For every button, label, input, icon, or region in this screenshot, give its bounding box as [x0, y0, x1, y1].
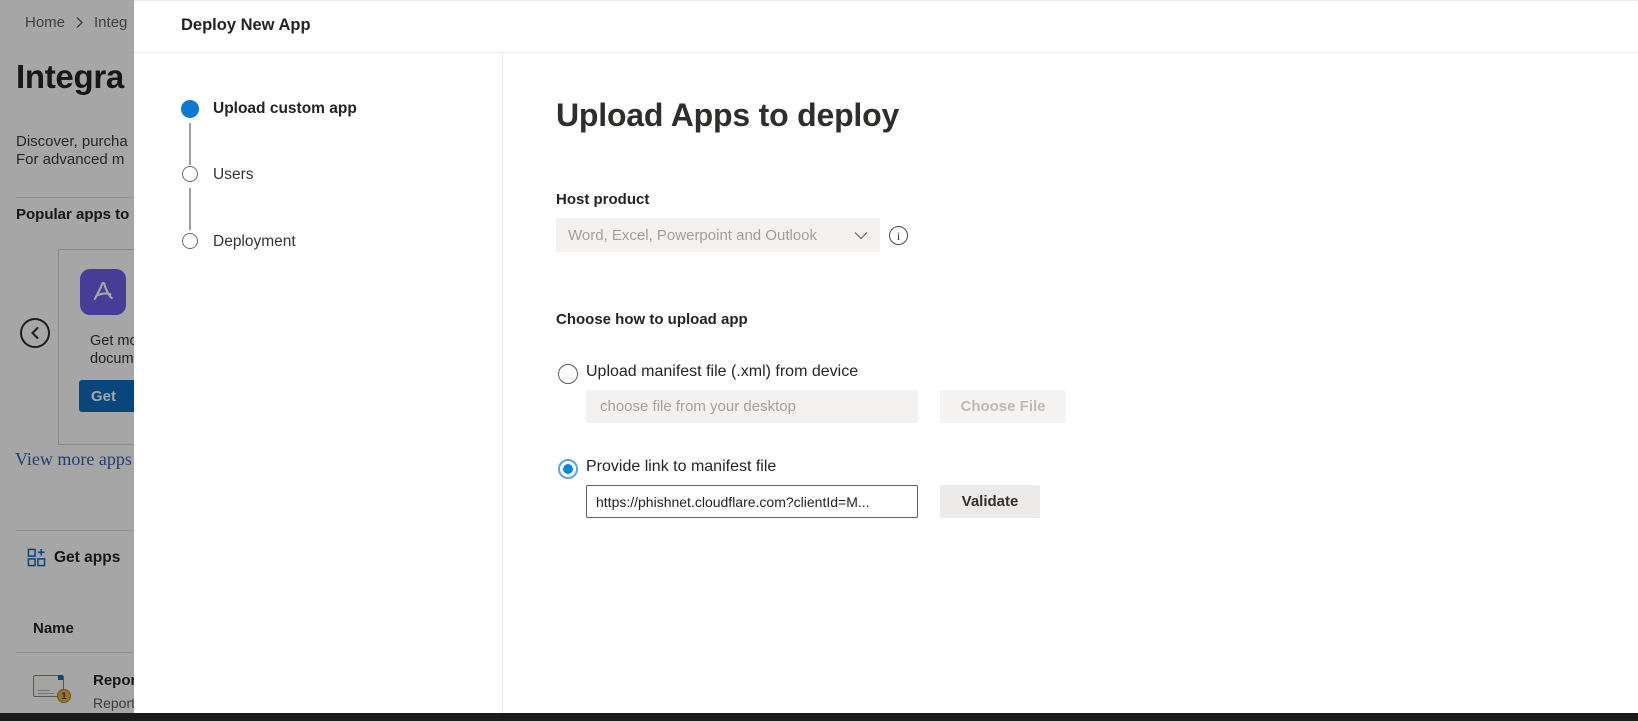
step-active-dot	[181, 100, 199, 118]
radio-upload-manifest-file[interactable]	[558, 364, 578, 384]
step-upload-custom-app[interactable]: Upload custom app	[213, 100, 357, 118]
info-icon[interactable]	[889, 226, 908, 245]
screen: Home Integ Integra Discover, purcha For …	[0, 0, 1638, 721]
panel-content: Upload Apps to deploy Host product Word,…	[503, 53, 1638, 721]
host-product-label: Host product	[556, 191, 649, 208]
step-deployment[interactable]: Deployment	[213, 233, 296, 251]
radio-provide-link[interactable]	[558, 459, 578, 479]
chevron-down-icon	[854, 231, 868, 240]
manifest-url-input[interactable]	[586, 485, 918, 518]
host-product-dropdown[interactable]: Word, Excel, Powerpoint and Outlook	[556, 218, 880, 252]
file-path-input[interactable]	[586, 390, 918, 423]
step-connector	[189, 188, 191, 230]
step-circle	[182, 233, 198, 249]
content-heading: Upload Apps to deploy	[556, 97, 899, 134]
radio-provide-link-label: Provide link to manifest file	[586, 458, 776, 476]
bottom-window-edge	[0, 713, 1638, 721]
step-users[interactable]: Users	[213, 166, 253, 184]
panel-title: Deploy New App	[181, 16, 311, 35]
step-circle	[182, 166, 198, 182]
step-connector	[189, 123, 191, 165]
panel-header: Deploy New App	[134, 1, 1638, 53]
wizard-stepper: Upload custom app Users Deployment	[134, 53, 503, 721]
upload-section-heading: Choose how to upload app	[556, 311, 748, 328]
choose-file-button[interactable]: Choose File	[940, 390, 1066, 423]
radio-upload-manifest-file-label: Upload manifest file (.xml) from device	[586, 363, 858, 381]
validate-button[interactable]: Validate	[940, 485, 1040, 518]
host-product-value: Word, Excel, Powerpoint and Outlook	[568, 227, 854, 244]
deploy-new-app-panel: Deploy New App Upload custom app Users D…	[134, 0, 1638, 721]
